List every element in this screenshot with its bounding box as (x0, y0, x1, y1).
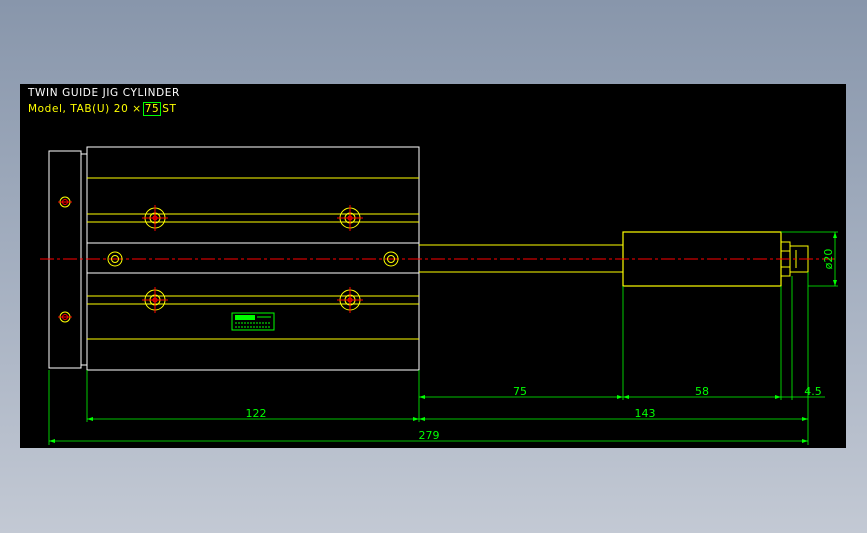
cad-viewport[interactable]: TWIN GUIDE JIG CYLINDER Model, TAB(U) 20… (20, 84, 846, 448)
dimension-arrows (49, 232, 837, 443)
dim-end-length: 58 (695, 385, 709, 398)
dim-extension-length: 143 (635, 407, 656, 420)
guide-bolt-2 (337, 205, 363, 231)
guide-bolt-4 (337, 287, 363, 313)
dim-nut-length: 4.5 (804, 385, 822, 398)
plate-bolt-bottom (58, 311, 72, 323)
dim-rod-diameter: ø20 (822, 249, 835, 270)
logo-plate (231, 312, 275, 331)
guide-bolt-1 (142, 205, 168, 231)
plate-bolt-top (58, 196, 72, 208)
dim-overall-length: 279 (419, 429, 440, 442)
guide-bolt-3 (142, 287, 168, 313)
cylinder-drawing: 75 58 4.5 122 143 279 ø20 (40, 146, 838, 445)
dimension-lines (49, 232, 836, 442)
dim-body-length: 122 (246, 407, 267, 420)
dim-rod-length: 75 (513, 385, 527, 398)
